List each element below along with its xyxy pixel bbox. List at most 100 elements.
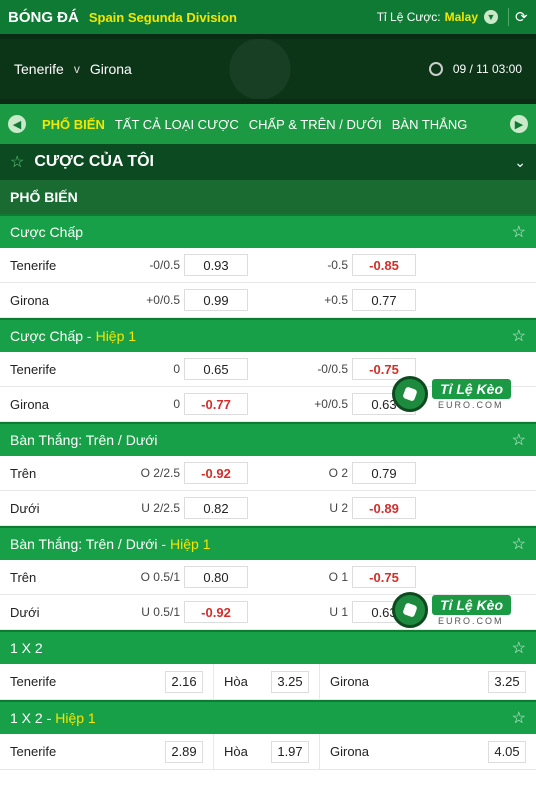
handicap-line: -0/0.5 [149,258,180,272]
goal-line: U 0.5/1 [141,605,180,619]
draw-label: Hòa [224,674,248,689]
goal-line: O 0.5/1 [140,570,180,584]
section-title: PHỔ BIẾN [10,189,78,205]
selection-name: Trên [10,569,37,585]
odds-button[interactable]: 0.93 [184,254,248,276]
star-icon[interactable]: ☆ [512,534,526,554]
watermark-logo: Tỉ Lệ Kèo EURO.COM [392,590,536,630]
goal-line: U 2/2.5 [141,501,180,515]
market-tabs: ◀ PHỔ BIẾN TẤT CẢ LOẠI CƯỢC CHẤP & TRÊN … [0,104,536,144]
market-row: Girona +0/0.5 0.99 +0.5 0.77 [0,283,536,318]
home-team: Tenerife [14,61,64,77]
my-bets-header[interactable]: ☆ CƯỢC CỦA TÔI ⌄ [0,144,536,180]
market-title: 1 X 2 - [10,710,52,726]
away-team: Girona [89,61,132,77]
match-banner: Tenerife v Girona 09 / 11 03:00 [0,34,536,104]
market-row: Trên O 2/2.5 -0.92 O 2 0.79 [0,456,536,491]
tab-popular[interactable]: PHỔ BIẾN [42,117,105,132]
draw-cell[interactable]: Hòa 3.25 [214,664,320,699]
market-period: Hiệp 1 [170,536,211,552]
handicap-line: +0/0.5 [314,397,348,411]
market-header-over-under: Bàn Thắng: Trên / Dưới ☆ [0,422,536,456]
top-bar: BÓNG ĐÁ Spain Segunda Division Tỉ Lệ Cượ… [0,0,536,34]
market-header-handicap-h1: Cược Chấp - Hiệp 1 ☆ [0,318,536,352]
refresh-icon[interactable]: ⟳ [508,8,528,26]
home-cell[interactable]: Tenerife 2.89 [0,734,214,769]
my-bets-title: CƯỢC CỦA TÔI [34,153,154,170]
kickoff-datetime: 09 / 11 03:00 [452,62,522,76]
goal-line: O 2 [328,466,348,480]
handicap-line: -0.5 [327,258,348,272]
goal-line: O 1 [328,570,348,584]
market-row: Tenerife -0/0.5 0.93 -0.5 -0.85 [0,248,536,283]
odds-button[interactable]: 3.25 [488,670,526,693]
star-icon[interactable]: ☆ [512,430,526,450]
odds-button[interactable]: -0.75 [352,566,416,588]
away-cell[interactable]: Girona 3.25 [320,664,536,699]
chevron-down-icon[interactable]: ⌄ [514,154,526,171]
odds-button[interactable]: 0.77 [352,289,416,311]
watermark-title: Tỉ Lệ Kèo [432,378,512,399]
odds-button[interactable]: 0.79 [352,462,416,484]
draw-label: Hòa [224,744,248,759]
goal-line: O 2/2.5 [140,466,180,480]
handicap-line: 0 [173,362,180,376]
away-label: Girona [330,744,370,759]
odds-button[interactable]: -0.85 [352,254,416,276]
tab-handicap-ou[interactable]: CHẤP & TRÊN / DƯỚI [249,117,382,132]
odds-button[interactable]: -0.92 [184,601,248,623]
brand-title: BÓNG ĐÁ [8,8,79,26]
odds-type-selector[interactable]: Tỉ Lệ Cược: Malay ▼ [377,10,498,24]
market-period: Hiệp 1 [55,710,96,726]
odds-type-value[interactable]: Malay [445,10,478,24]
odds-button[interactable]: -0.89 [352,497,416,519]
selection-name: Dưới [10,604,40,620]
star-icon: ☆ [10,154,25,171]
tab-all-bets[interactable]: TẤT CẢ LOẠI CƯỢC [115,117,239,132]
selection-name: Trên [10,465,37,481]
selection-name: Tenerife [10,257,57,273]
market-title: Bàn Thắng: Trên / Dưới [10,432,158,448]
chevron-left-icon[interactable]: ◀ [8,115,26,133]
tab-goals[interactable]: BÀN THẮNG [392,117,468,132]
away-label: Girona [330,674,370,689]
market-title: 1 X 2 [10,640,43,656]
watermark-sub: EURO.COM [438,399,504,410]
clock-icon [428,62,443,76]
market-row-1x2: Tenerife 2.16 Hòa 3.25 Girona 3.25 [0,664,536,700]
star-icon[interactable]: ☆ [512,708,526,728]
odds-button[interactable]: 1.97 [271,740,309,763]
odds-button[interactable]: 2.89 [165,740,203,763]
handicap-line: -0/0.5 [317,362,348,376]
star-icon[interactable]: ☆ [512,638,526,658]
home-cell[interactable]: Tenerife 2.16 [0,664,214,699]
chevron-down-icon[interactable]: ▼ [484,10,498,24]
odds-button[interactable]: 0.82 [184,497,248,519]
chevron-right-icon[interactable]: ▶ [510,115,528,133]
star-icon[interactable]: ☆ [512,326,526,346]
odds-button[interactable]: -0.92 [184,462,248,484]
odds-button[interactable]: 0.65 [184,358,248,380]
odds-button[interactable]: -0.77 [184,393,248,415]
star-icon[interactable]: ☆ [512,222,526,242]
market-title: Cược Chấp [10,224,84,240]
away-cell[interactable]: Girona 4.05 [320,734,536,769]
odds-type-label: Tỉ Lệ Cược: [376,10,441,24]
market-period: Hiệp 1 [95,328,137,344]
handicap-line: +0.5 [324,293,348,307]
odds-button[interactable]: 0.80 [184,566,248,588]
market-title: Cược Chấp - [10,328,92,344]
odds-button[interactable]: 0.99 [184,289,248,311]
soccer-ball-icon [392,592,428,628]
selection-name: Tenerife [10,361,57,377]
draw-cell[interactable]: Hòa 1.97 [214,734,320,769]
league-name[interactable]: Spain Segunda Division [89,10,237,25]
market-header-over-under-h1: Bàn Thắng: Trên / Dưới - Hiệp 1 ☆ [0,526,536,560]
versus-label: v [73,62,80,76]
odds-button[interactable]: 3.25 [271,670,309,693]
watermark-logo: Tỉ Lệ Kèo EURO.COM [392,374,536,414]
watermark-sub: EURO.COM [438,615,504,626]
odds-button[interactable]: 2.16 [165,670,203,693]
selection-name: Dưới [10,500,40,516]
odds-button[interactable]: 4.05 [488,740,526,763]
